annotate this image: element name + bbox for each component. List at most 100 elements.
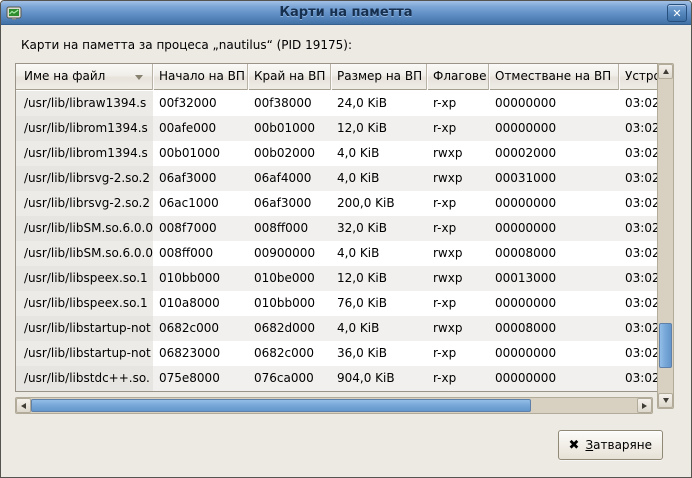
table-cell: 32,0 KiB [331,216,427,241]
table-cell: 00900000 [248,241,331,266]
table-cell: 00000000 [489,291,619,316]
table-cell: 06ac1000 [153,191,248,216]
table-cell: 4,0 KiB [331,166,427,191]
scroll-right-button[interactable] [637,398,652,413]
table-cell: /usr/lib/librom1394.s [16,141,153,166]
table-cell: 4,0 KiB [331,316,427,341]
column-header-vm-end[interactable]: Край на ВП [248,64,331,90]
table-cell: /usr/lib/librsvg-2.so.2 [16,191,153,216]
table-cell: 06af3000 [153,166,248,191]
table-cell: /usr/lib/libSM.so.6.0.0 [16,241,153,266]
table-cell: 03:02 [619,141,657,166]
table-cell: 00b01000 [248,116,331,141]
column-header-filename[interactable]: Име на файл [16,64,153,90]
table-cell: 00031000 [489,166,619,191]
table-cell: 008ff000 [248,216,331,241]
table-cell: rwxp [427,141,489,166]
table-cell: 12,0 KiB [331,116,427,141]
table-row[interactable]: /usr/lib/libspeex.so.1010bb000010be00012… [16,266,657,291]
table-cell: 0682c000 [153,316,248,341]
table-cell: r-xp [427,366,489,391]
table-cell: 00afe000 [153,116,248,141]
table-cell: 200,0 KiB [331,191,427,216]
horizontal-scrollbar-thumb[interactable] [31,399,531,412]
table-cell: 010bb000 [153,266,248,291]
table-cell: 00000000 [489,116,619,141]
table-cell: 00000000 [489,91,619,116]
table-cell: /usr/lib/libspeex.so.1 [16,291,153,316]
table-cell: 076ca000 [248,366,331,391]
table-row[interactable]: /usr/lib/libSM.so.6.0.0008ff000009000004… [16,241,657,266]
vertical-scrollbar-thumb[interactable] [659,323,672,368]
table-cell: 12,0 KiB [331,266,427,291]
table-cell: rwxp [427,316,489,341]
table-cell: 03:02 [619,166,657,191]
table-row[interactable]: /usr/lib/libraw1394.s00f3200000f3800024,… [16,91,657,116]
table-cell: 00013000 [489,266,619,291]
vertical-scrollbar[interactable] [657,63,674,409]
scroll-up-button[interactable] [658,64,673,79]
table-cell: 06823000 [153,341,248,366]
memory-maps-dialog: Карти на паметта ✕ Карти на паметта за п… [0,0,692,478]
table-cell: 03:02 [619,291,657,316]
table-cell: /usr/lib/librom1394.s [16,116,153,141]
table-row[interactable]: /usr/lib/libstartup-not068230000682c0003… [16,341,657,366]
table-cell: 36,0 KiB [331,341,427,366]
table-cell: 00008000 [489,316,619,341]
table-cell: 06af4000 [248,166,331,191]
scroll-left-button[interactable] [16,398,31,413]
horizontal-scrollbar[interactable] [15,397,653,414]
table-row[interactable]: /usr/lib/libSM.so.6.0.0008f7000008ff0003… [16,216,657,241]
table-cell: 4,0 KiB [331,241,427,266]
table-row[interactable]: /usr/lib/librsvg-2.so.206af300006af40004… [16,166,657,191]
table-cell: /usr/lib/libraw1394.s [16,91,153,116]
table-cell: 0682c000 [248,341,331,366]
column-header-vm-offset[interactable]: Отместване на ВП [489,64,619,90]
table-cell: /usr/lib/libstartup-not [16,316,153,341]
sort-descending-icon [135,75,143,80]
table-row[interactable]: /usr/lib/librom1394.s00afe00000b0100012,… [16,116,657,141]
table-cell: /usr/lib/librsvg-2.so.2 [16,166,153,191]
system-monitor-icon [6,4,24,22]
close-icon[interactable]: ✕ [667,4,687,22]
table-cell: 03:02 [619,316,657,341]
table-cell: 00b01000 [153,141,248,166]
table-cell: /usr/lib/libSM.so.6.0.0 [16,216,153,241]
table-cell: 00f32000 [153,91,248,116]
table-cell: 03:02 [619,266,657,291]
table-cell: 03:02 [619,341,657,366]
table-row[interactable]: /usr/lib/librom1394.s00b0100000b020004,0… [16,141,657,166]
table-cell: 00000000 [489,191,619,216]
table-cell: 0682d000 [248,316,331,341]
table-cell: r-xp [427,291,489,316]
close-button-label: Затваряне [585,438,652,452]
close-button[interactable]: ✖ Затваряне [558,430,663,460]
table-cell: rwxp [427,241,489,266]
table-body: /usr/lib/libraw1394.s00f3200000f3800024,… [16,91,657,391]
table-cell: 06af3000 [248,191,331,216]
column-header-vm-start[interactable]: Начало на ВП [153,64,248,90]
table-row[interactable]: /usr/lib/libstdc++.so.075e8000076ca00090… [16,366,657,391]
table-cell: 00f38000 [248,91,331,116]
table-row[interactable]: /usr/lib/libstartup-not0682c0000682d0004… [16,316,657,341]
table-cell: 00000000 [489,366,619,391]
table-cell: 008f7000 [153,216,248,241]
table-row[interactable]: /usr/lib/librsvg-2.so.206ac100006af30002… [16,191,657,216]
titlebar[interactable]: Карти на паметта ✕ [1,1,691,25]
table-cell: 03:02 [619,216,657,241]
table-cell: r-xp [427,191,489,216]
arrow-left-icon [21,403,26,409]
column-header-vm-size[interactable]: Размер на ВП [331,64,427,90]
table-cell: r-xp [427,216,489,241]
table-cell: 03:02 [619,191,657,216]
table-row[interactable]: /usr/lib/libspeex.so.1010a8000010bb00076… [16,291,657,316]
table-cell: 00b02000 [248,141,331,166]
scroll-down-button[interactable] [658,393,673,408]
table-cell: 010be000 [248,266,331,291]
column-header-flags[interactable]: Флагове [427,64,489,90]
table-cell: 03:02 [619,91,657,116]
column-header-device[interactable]: Устройство [619,64,657,90]
table-cell: 00002000 [489,141,619,166]
table-cell: /usr/lib/libstartup-not [16,341,153,366]
table-cell: 00008000 [489,241,619,266]
